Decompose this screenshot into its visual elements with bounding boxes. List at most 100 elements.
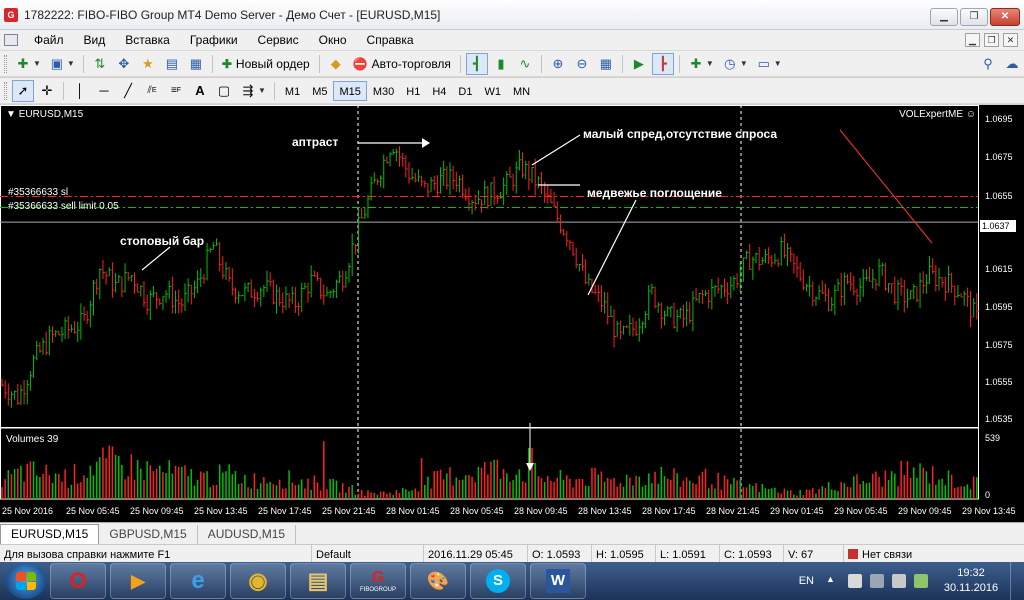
chart-symbol-label: ▼ EURUSD,M15 [6, 109, 84, 120]
menu-help[interactable]: Справка [357, 30, 424, 50]
toolbar-grip[interactable] [4, 81, 7, 100]
indicators-icon[interactable]: ✚ [685, 53, 707, 75]
auto-trading-button[interactable]: ⛔ Авто-торговля [348, 53, 456, 75]
chrome-icon: ◉ [248, 568, 268, 593]
timeframe-h1[interactable]: H1 [400, 81, 426, 101]
horizontal-line-icon[interactable]: ─ [93, 80, 115, 102]
clock[interactable]: 19:32 30.11.2016 [936, 566, 1006, 596]
price-tick: 1.0675 [985, 152, 1013, 162]
time-tick: 25 Nov 05:45 [66, 506, 120, 516]
toolbar-grip[interactable] [4, 54, 7, 73]
chevron-down-icon[interactable]: ▼ [706, 59, 714, 68]
taskbar-skype[interactable]: S [470, 563, 526, 599]
timeframe-m30[interactable]: M30 [367, 81, 400, 101]
menu-file[interactable]: Файл [24, 30, 74, 50]
timeframe-m15[interactable]: M15 [333, 80, 367, 101]
price-axis[interactable]: 1.0695 1.0675 1.0655 1.0615 1.0595 1.057… [980, 105, 1024, 522]
chart-window-icon[interactable] [4, 34, 18, 46]
annotation-upthrust[interactable]: аптраст [292, 135, 338, 149]
menu-window[interactable]: Окно [309, 30, 357, 50]
fibonacci-icon[interactable]: ≡ F [165, 80, 187, 102]
mdi-minimize-button[interactable]: ▁ [965, 33, 980, 47]
meta-editor-icon[interactable]: ◆ [325, 53, 347, 75]
taskbar-chrome[interactable]: ◉ [230, 563, 286, 599]
flag-icon[interactable] [848, 574, 862, 588]
taskbar-paint[interactable]: 🎨 [410, 563, 466, 599]
language-indicator[interactable]: EN [799, 575, 814, 587]
close-button[interactable]: ✕ [990, 8, 1020, 26]
menu-view[interactable]: Вид [74, 30, 116, 50]
tray-expand-icon[interactable]: ▲ [826, 574, 840, 588]
auto-scroll-icon[interactable]: ▶ [628, 53, 650, 75]
network-icon[interactable] [870, 574, 884, 588]
minimize-button[interactable]: ▁ [930, 8, 958, 26]
zoom-out-icon[interactable]: ⊖ [571, 53, 593, 75]
menu-tools[interactable]: Сервис [248, 30, 309, 50]
price-chart[interactable]: ▼ EURUSD,M15 VOLExpertME ☺ #35366633 sl … [0, 105, 1024, 522]
trendline-icon[interactable]: ╱ [117, 80, 139, 102]
mdi-close-button[interactable]: ✕ [1003, 33, 1018, 47]
start-button[interactable] [6, 563, 46, 599]
taskbar-word[interactable]: W [530, 563, 586, 599]
vertical-line-icon[interactable]: │ [69, 80, 91, 102]
timeframe-d1[interactable]: D1 [452, 81, 478, 101]
bar-chart-icon[interactable]: ┫ [465, 52, 488, 75]
taskbar-media-player[interactable]: ▶ [110, 563, 166, 599]
chevron-down-icon[interactable]: ▼ [258, 86, 266, 95]
chart-shift-icon[interactable]: ┣ [651, 52, 674, 75]
annotation-bearish-engulfing[interactable]: медвежье поглощение [587, 186, 722, 200]
timeframe-h4[interactable]: H4 [426, 81, 452, 101]
annotation-narrow-spread[interactable]: малый спред,отсутствие спроса [583, 127, 777, 141]
price-tick: 1.0595 [985, 302, 1013, 312]
tab-audusd[interactable]: AUDUSD,M15 [198, 525, 297, 544]
battery-icon[interactable] [914, 574, 928, 588]
timeframe-m1[interactable]: M1 [279, 81, 306, 101]
text-tool-icon[interactable]: A [189, 80, 211, 102]
chevron-down-icon[interactable]: ▼ [33, 59, 41, 68]
new-chart-icon[interactable]: ✚ [12, 53, 34, 75]
fibo-group-label: FIBOGROUP [359, 587, 396, 593]
volume-icon[interactable] [892, 574, 906, 588]
periods-icon[interactable]: ◷ [719, 53, 741, 75]
zoom-in-icon[interactable]: ⊕ [547, 53, 569, 75]
tab-eurusd[interactable]: EURUSD,M15 [0, 524, 100, 544]
mdi-restore-button[interactable]: ❐ [984, 33, 999, 47]
taskbar-internet-explorer[interactable]: e [170, 563, 226, 599]
tester-icon[interactable]: ▦ [185, 53, 207, 75]
line-chart-icon[interactable]: ∿ [514, 53, 536, 75]
taskbar-opera[interactable]: O [50, 563, 106, 599]
timeframe-mn[interactable]: MN [507, 81, 536, 101]
cursor-icon[interactable]: ➚ [12, 79, 34, 102]
navigator-icon[interactable]: ✥ [113, 53, 135, 75]
community-icon[interactable]: ☁ [1001, 53, 1023, 75]
show-desktop-button[interactable] [1010, 562, 1024, 600]
time-axis[interactable]: 25 Nov 2016 25 Nov 05:45 25 Nov 09:45 25… [0, 503, 1024, 522]
chevron-down-icon[interactable]: ▼ [774, 59, 782, 68]
chevron-down-icon[interactable]: ▼ [740, 59, 748, 68]
maximize-button[interactable]: ❐ [960, 8, 988, 26]
annotation-stopping-bar[interactable]: стоповый бар [120, 234, 204, 248]
menu-insert[interactable]: Вставка [115, 30, 180, 50]
arrows-icon[interactable]: ⇶ [237, 80, 259, 102]
tab-gbpusd[interactable]: GBPUSD,M15 [99, 525, 198, 544]
terminal-icon[interactable]: ▤ [161, 53, 183, 75]
chart-canvas[interactable] [0, 105, 1024, 522]
menu-charts[interactable]: Графики [180, 30, 248, 50]
taskbar-file-explorer[interactable]: ▤ [290, 563, 346, 599]
chevron-down-icon[interactable]: ▼ [67, 59, 75, 68]
new-order-button[interactable]: ✚ Новый ордер [217, 53, 315, 75]
timeframe-m5[interactable]: M5 [306, 81, 333, 101]
crosshair-icon[interactable]: ✛ [36, 80, 58, 102]
navigator-folder-icon[interactable]: ★ [137, 53, 159, 75]
search-icon[interactable]: ⚲ [977, 53, 999, 75]
profiles-icon[interactable]: ▣ [46, 53, 68, 75]
equidistant-channel-icon[interactable]: ⫽ E [141, 80, 163, 102]
taskbar-fibo-group[interactable]: G FIBOGROUP [350, 563, 406, 599]
candlestick-chart-icon[interactable]: ▮ [490, 53, 512, 75]
tile-windows-icon[interactable]: ▦ [595, 53, 617, 75]
timeframe-w1[interactable]: W1 [478, 81, 507, 101]
new-order-icon: ✚ [221, 56, 232, 71]
text-label-icon[interactable]: ▢ [213, 80, 235, 102]
market-watch-icon[interactable]: ⇅ [89, 53, 111, 75]
templates-icon[interactable]: ▭ [753, 53, 775, 75]
